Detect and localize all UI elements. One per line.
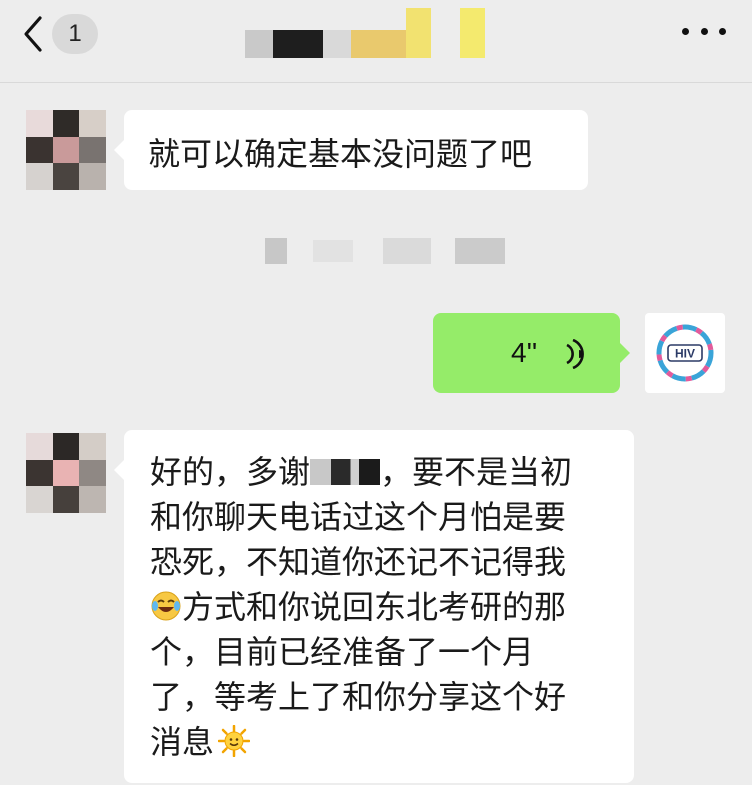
contact-avatar[interactable] <box>26 433 106 513</box>
unread-count-badge: 1 <box>52 14 98 54</box>
contact-avatar[interactable] <box>26 110 106 190</box>
message-bubble-incoming[interactable]: 就可以确定基本没问题了吧 <box>114 110 588 190</box>
top-bar: 1 <box>0 0 752 83</box>
voice-message-bubble[interactable]: 4'' <box>433 313 630 393</box>
chat-title-obscured <box>245 8 490 58</box>
voice-duration: 4'' <box>511 337 538 368</box>
message-text: 消息 <box>150 723 215 761</box>
chevron-left-icon <box>24 16 42 52</box>
user-avatar-hiv[interactable]: HIV <box>645 313 725 393</box>
voice-waves-icon <box>566 339 584 369</box>
message-bubble-incoming[interactable]: 好的，多谢 ，要不是当初 和你聊天电话过这个月怕是要 恐死，不知道你还记不记得我 … <box>114 430 634 783</box>
more-dot-icon <box>719 27 726 35</box>
sun-emoji-icon <box>218 725 251 757</box>
more-dot-icon <box>700 27 708 35</box>
message-line: 个，目前已经准备了一个月 <box>150 633 535 671</box>
message-text: ，要不是当初 <box>380 453 573 491</box>
more-dot-icon <box>682 27 689 35</box>
timestamp-obscured <box>265 238 515 268</box>
message-text: 就可以确定基本没问题了吧 <box>148 135 533 173</box>
redacted-name <box>310 459 381 485</box>
hiv-logo-icon: HIV <box>656 324 714 382</box>
back-button[interactable]: 1 <box>22 12 98 56</box>
message-line: 恐死，不知道你还记不记得我 <box>150 543 567 581</box>
message-text: 好的，多谢 <box>150 453 311 491</box>
message-text: 方式和你说回东北考研的那 <box>182 588 567 626</box>
svg-text:HIV: HIV <box>675 347 695 361</box>
message-line: 了，等考上了和你分享这个好 <box>150 678 567 716</box>
message-line: 方式和你说回东北考研的那 <box>150 585 608 630</box>
more-button[interactable] <box>682 20 726 42</box>
message-line: 消息 <box>150 720 608 765</box>
message-line: 好的，多谢 ，要不是当初 <box>150 450 608 495</box>
message-line: 和你聊天电话过这个月怕是要 <box>150 498 567 536</box>
laughing-crying-emoji-icon <box>151 591 181 621</box>
